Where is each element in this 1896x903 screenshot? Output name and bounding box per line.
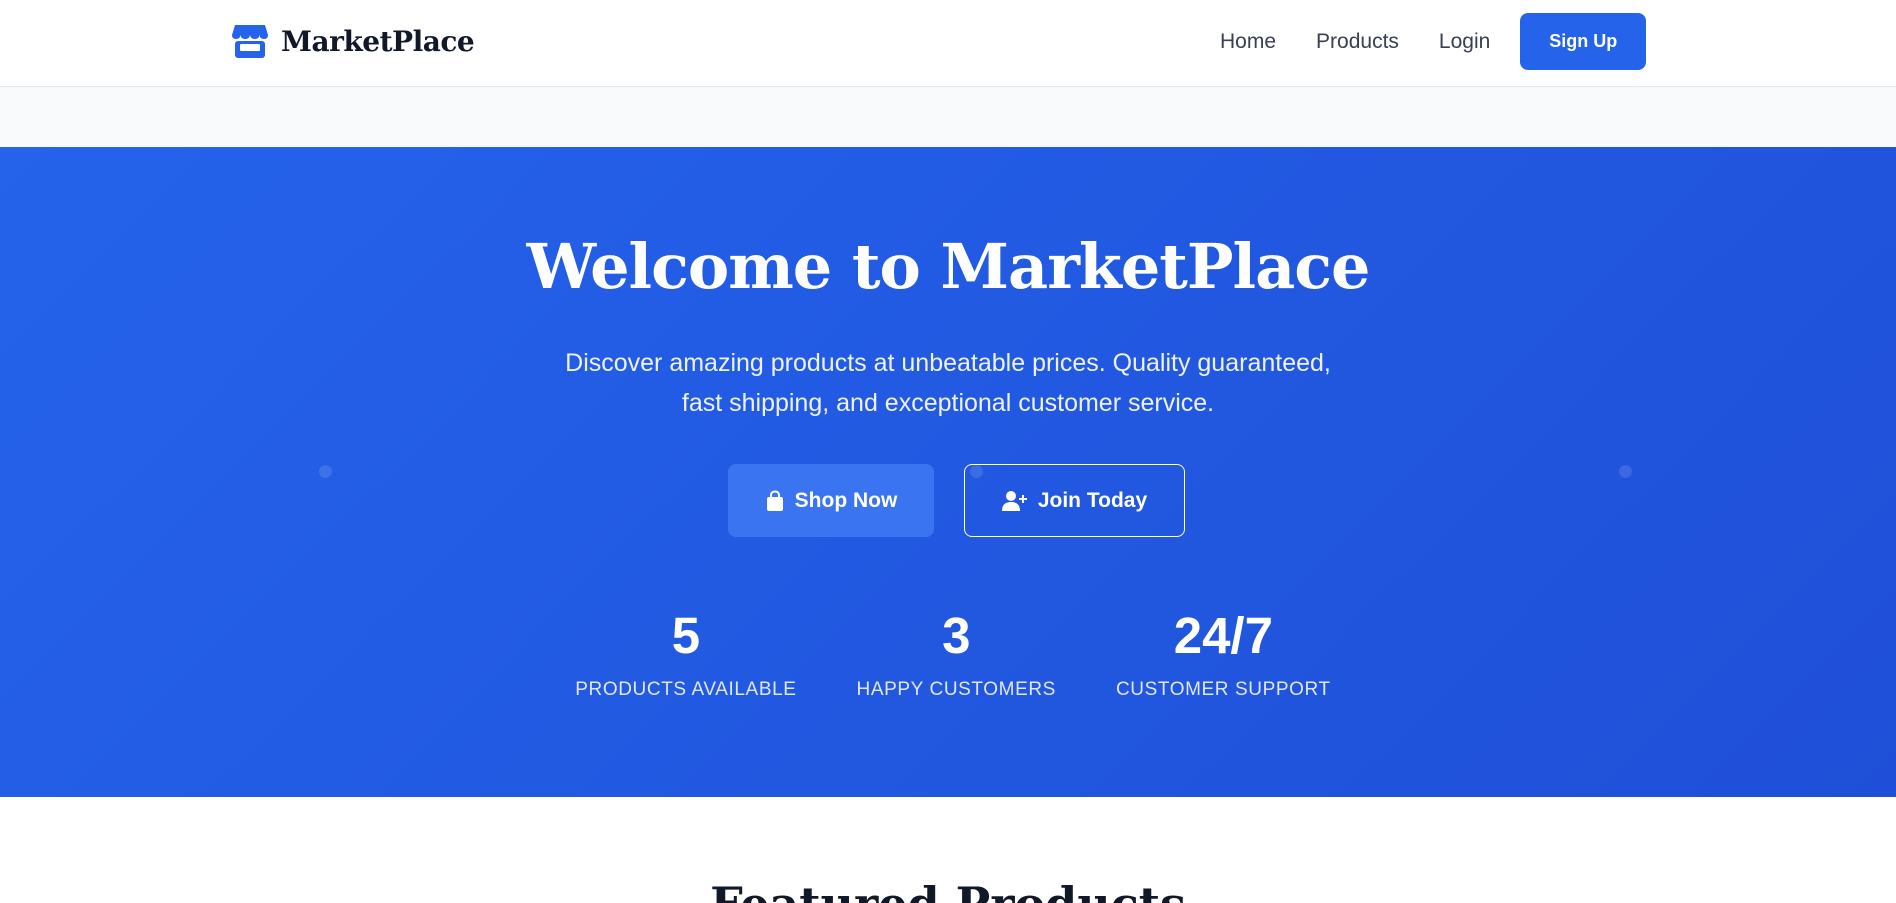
featured-products-section: Featured Products [0, 797, 1896, 903]
join-today-label: Join Today [1037, 488, 1148, 512]
shop-now-button[interactable]: Shop Now [728, 464, 934, 537]
hero-cta-group: Shop Now Join Today [0, 464, 1896, 537]
brand-name: MarketPlace [281, 24, 475, 58]
shopping-bag-icon [766, 489, 783, 511]
stat-label: HAPPY CUSTOMERS [856, 679, 1056, 700]
stat-support: 24/7 CUSTOMER SUPPORT [1116, 607, 1331, 701]
join-today-button[interactable]: Join Today [964, 464, 1185, 537]
nav-login-link[interactable]: Login [1439, 13, 1490, 70]
hero-subtitle: Discover amazing products at unbeatable … [565, 349, 1331, 417]
signup-button[interactable]: Sign Up [1520, 13, 1647, 70]
stat-customers: 3 HAPPY CUSTOMERS [857, 607, 1056, 701]
stat-value: 3 [942, 607, 971, 664]
navbar: MarketPlace Home Products Login Sign Up [0, 0, 1896, 87]
main-nav: Home Products Login Sign Up [1220, 13, 1647, 70]
user-plus-icon [1001, 490, 1027, 511]
hero-title: Welcome to MarketPlace [526, 230, 1371, 303]
stats-row: 5 PRODUCTS AVAILABLE 3 HAPPY CUSTOMERS 2… [0, 607, 1896, 701]
stat-label: CUSTOMER SUPPORT [1115, 679, 1331, 700]
brand-logo-link[interactable]: MarketPlace [231, 22, 475, 60]
featured-title: Featured Products [0, 877, 1896, 903]
nav-products-link[interactable]: Products [1316, 13, 1399, 70]
hero-section: Welcome to MarketPlace Discover amazing … [0, 147, 1896, 797]
nav-home-link[interactable]: Home [1220, 13, 1276, 70]
store-icon [232, 25, 268, 58]
shop-now-label: Shop Now [794, 488, 898, 512]
stat-label: PRODUCTS AVAILABLE [575, 679, 797, 700]
stat-value: 5 [671, 607, 701, 664]
stat-products: 5 PRODUCTS AVAILABLE [575, 607, 796, 701]
header-spacer [0, 87, 1896, 147]
stat-value: 24/7 [1173, 607, 1273, 664]
